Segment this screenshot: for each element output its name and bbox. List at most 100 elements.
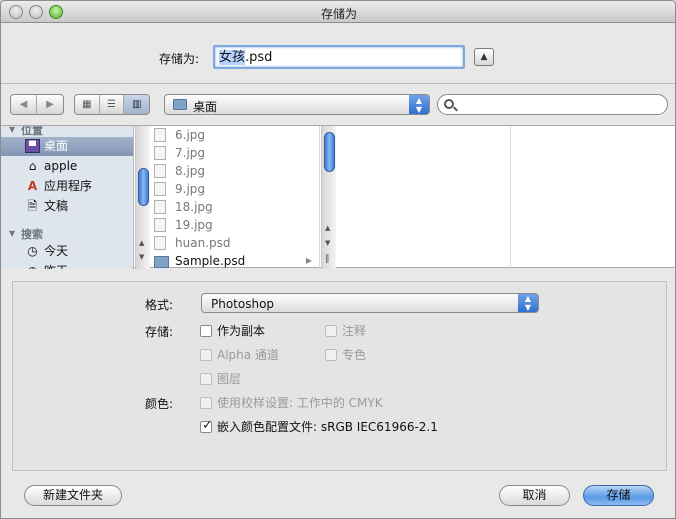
list-view-icon[interactable]: ☰ (100, 95, 125, 114)
format-value: Photoshop (211, 297, 275, 311)
sidebar-item-yesterday[interactable]: ◷ 昨天 (1, 262, 133, 269)
scroll-up-icon[interactable]: ▲ (325, 224, 330, 232)
file-item[interactable]: huan.psd (154, 234, 314, 252)
chevron-right-icon: ▶ (305, 256, 312, 265)
image-file-icon (154, 218, 166, 232)
save-as-label: 存储为: (159, 52, 200, 66)
column-resize-icon[interactable]: ‖ (325, 254, 330, 264)
use-proof-setup-checkbox[interactable]: 使用校样设置: 工作中的 CMYK (200, 395, 383, 411)
image-file-icon (154, 128, 166, 142)
format-label: 格式: (144, 298, 173, 312)
scroll-up-icon[interactable]: ▲ (139, 239, 144, 247)
file-name: 8.jpg (175, 164, 206, 178)
file-item[interactable]: 18.jpg (154, 198, 314, 216)
checkbox-label: 注释 (342, 324, 367, 338)
save-dialog: 存储为 存储为: 女孩.psd ▲ ◀ ▶ ▦ ☰ ▥ 桌面 ▲ ▼ ▼ 位置 ▀… (0, 0, 676, 519)
filename-field[interactable]: 女孩.psd (213, 45, 465, 69)
checkbox-label: Alpha 通道 (217, 348, 279, 362)
folder-item[interactable]: Sample.psd ▶ (154, 252, 314, 269)
checkbox-box (200, 325, 212, 337)
cancel-button[interactable]: 取消 (499, 485, 570, 506)
scroll-down-icon[interactable]: ▼ (139, 253, 144, 261)
checkbox-label: 嵌入颜色配置文件: sRGB IEC61966-2.1 (217, 420, 438, 434)
file-name: huan.psd (175, 236, 231, 250)
as-copy-checkbox[interactable]: 作为副本 (200, 323, 265, 339)
icon-view-icon[interactable]: ▦ (75, 95, 100, 114)
applications-icon: A (27, 179, 38, 193)
file-item[interactable]: 9.jpg (154, 180, 314, 198)
file-name: 7.jpg (175, 146, 206, 160)
layers-checkbox[interactable]: 图层 (200, 371, 241, 387)
sidebar-item-label: apple (44, 159, 78, 173)
search-field[interactable] (437, 94, 668, 115)
divider (1, 83, 675, 84)
folder-icon (173, 99, 187, 110)
sidebar-item-documents[interactable]: 🗎 文稿 (1, 197, 133, 216)
desktop-icon: ▀ (25, 139, 40, 153)
sidebar-item-apple[interactable]: ⌂ apple (1, 157, 133, 176)
search-icon (444, 99, 454, 109)
popup-arrows-icon: ▲ ▼ (518, 294, 538, 312)
vertical-scrollbar[interactable]: ▲ ▼ (135, 126, 150, 269)
sidebar-item-desktop[interactable]: ▀ 桌面 (1, 137, 133, 156)
image-file-icon (154, 182, 166, 196)
checkbox-box (200, 397, 212, 409)
file-item[interactable]: 8.jpg (154, 162, 314, 180)
documents-icon: 🗎 (27, 199, 38, 213)
format-popup[interactable]: Photoshop ▲ ▼ (201, 293, 539, 313)
expand-toggle-button[interactable]: ▲ (474, 48, 494, 66)
embed-color-profile-checkbox[interactable]: ✓ 嵌入颜色配置文件: sRGB IEC61966-2.1 (200, 418, 438, 435)
image-file-icon (154, 146, 166, 160)
location-popup[interactable]: 桌面 ▲ ▼ (164, 94, 430, 115)
empty-column: ▲ ▼ ‖ (321, 126, 511, 269)
checkbox-box (200, 373, 212, 385)
new-folder-button[interactable]: 新建文件夹 (24, 485, 122, 506)
sidebar-item-label: 昨天 (44, 264, 68, 269)
home-icon: ⌂ (28, 159, 37, 173)
folder-icon (154, 256, 169, 268)
spot-colors-checkbox[interactable]: 专色 (325, 347, 366, 363)
sidebar-item-applications[interactable]: A 应用程序 (1, 177, 133, 196)
checkbox-box (200, 349, 212, 361)
scrollbar-thumb[interactable] (138, 168, 149, 206)
sidebar-item-label: 桌面 (44, 139, 69, 153)
sidebar-item-label: 今天 (44, 244, 69, 258)
sidebar-section-search: 搜索 (21, 228, 43, 241)
scrollbar-thumb[interactable] (324, 132, 335, 172)
checkbox-label: 专色 (342, 348, 367, 362)
alpha-channels-checkbox[interactable]: Alpha 通道 (200, 347, 279, 363)
back-forward-control: ◀ ▶ (10, 94, 64, 115)
empty-column (512, 126, 675, 269)
disclosure-triangle-icon[interactable]: ▼ (9, 229, 15, 238)
checkbox-label: 使用校样设置: 工作中的 CMYK (217, 396, 383, 410)
file-name: 18.jpg (175, 200, 213, 214)
forward-button[interactable]: ▶ (37, 95, 63, 114)
back-button[interactable]: ◀ (11, 95, 37, 114)
file-column: ▲ ▼ 6.jpg 7.jpg 8.jpg 9.jpg 18.jpg 19.jp… (135, 126, 320, 269)
image-file-icon (154, 236, 166, 250)
image-file-icon (154, 164, 166, 178)
notes-checkbox[interactable]: 注释 (325, 323, 366, 339)
file-name: 6.jpg (175, 128, 206, 142)
checkbox-box (325, 349, 337, 361)
filename-selected-text: 女孩 (219, 50, 246, 65)
scroll-down-icon[interactable]: ▼ (325, 239, 330, 247)
file-item[interactable]: 6.jpg (154, 126, 314, 144)
clock-icon: ◷ (25, 264, 40, 269)
clock-icon: ◷ (27, 244, 38, 258)
window-title: 存储为 (320, 7, 357, 21)
vertical-scrollbar[interactable]: ▲ ▼ ‖ (321, 126, 336, 269)
checkbox-label: 图层 (217, 372, 242, 386)
file-item[interactable]: 7.jpg (154, 144, 314, 162)
disclosure-triangle-icon[interactable]: ▼ (9, 126, 15, 134)
filename-extension: .psd (245, 50, 273, 65)
color-label: 颜色: (144, 397, 173, 411)
file-browser: ▼ 位置 ▀ 桌面 ⌂ apple A 应用程序 🗎 文稿 ▼ 搜索 ◷ 今天 … (1, 125, 675, 269)
view-mode-control: ▦ ☰ ▥ (74, 94, 150, 115)
file-item[interactable]: 19.jpg (154, 216, 314, 234)
checkmark-icon: ✓ (202, 418, 213, 433)
save-button[interactable]: 存储 (583, 485, 654, 506)
column-view-icon[interactable]: ▥ (124, 95, 149, 114)
sidebar-item-today[interactable]: ◷ 今天 (1, 242, 133, 261)
location-label: 桌面 (193, 100, 218, 114)
